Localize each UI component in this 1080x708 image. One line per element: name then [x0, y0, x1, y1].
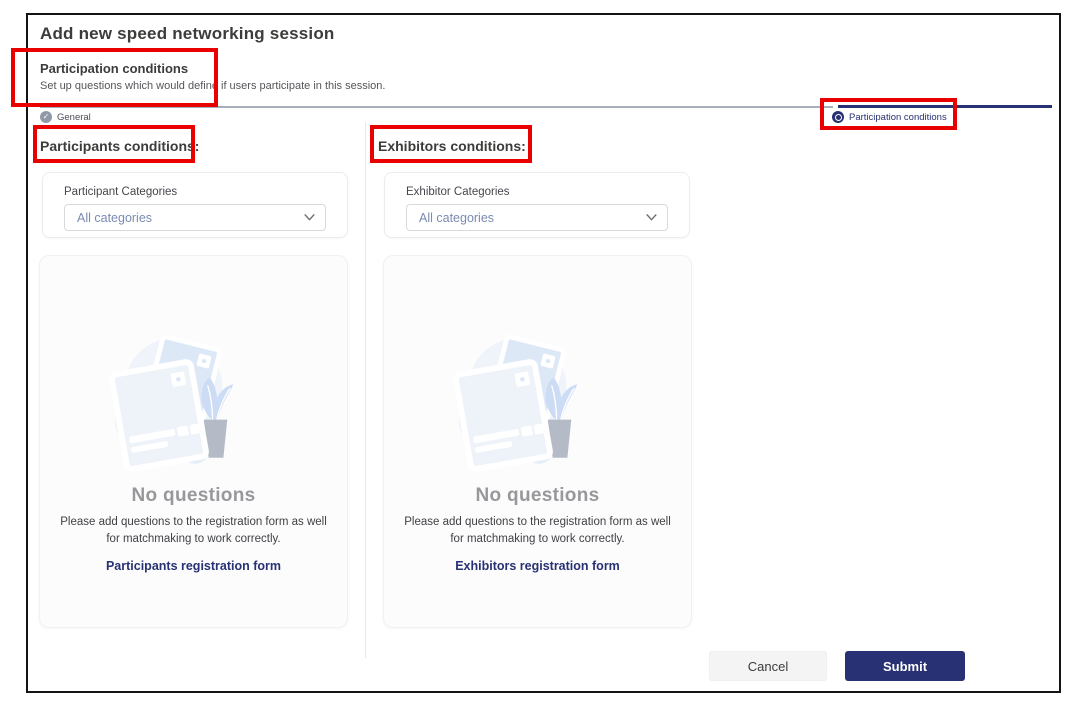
radio-dot-icon — [832, 111, 844, 123]
no-questions-title: No questions — [40, 485, 347, 507]
exhibitors-registration-form-link[interactable]: Exhibitors registration form — [455, 559, 620, 573]
stepper-track-active — [838, 105, 1052, 108]
exhibitor-categories-select[interactable]: All categories — [406, 204, 668, 231]
exhibitors-empty-state-card: No questions Please add questions to the… — [383, 255, 692, 628]
documents-and-plant-illustration-icon — [101, 328, 287, 476]
participant-categories-value: All categories — [77, 211, 152, 225]
chevron-down-icon — [304, 214, 315, 221]
no-questions-message: Please add questions to the registration… — [60, 514, 328, 547]
step-participation-label: Participation conditions — [849, 112, 947, 123]
participant-categories-label: Participant Categories — [64, 186, 326, 198]
step-participation-conditions[interactable]: Participation conditions — [832, 111, 947, 123]
cancel-button[interactable]: Cancel — [709, 651, 827, 681]
page-title: Add new speed networking session — [40, 24, 335, 44]
section-description: Set up questions which would define if u… — [40, 80, 385, 92]
exhibitor-categories-value: All categories — [419, 211, 494, 225]
exhibitor-categories-card: Exhibitor Categories All categories — [384, 172, 690, 238]
exhibitors-conditions-heading: Exhibitors conditions: — [378, 138, 526, 154]
step-general[interactable]: ✓ General — [40, 111, 91, 123]
chevron-down-icon — [646, 214, 657, 221]
documents-and-plant-illustration-icon — [445, 328, 631, 476]
participant-categories-card: Participant Categories All categories — [42, 172, 348, 238]
section-heading: Participation conditions — [40, 61, 188, 76]
participants-empty-state-card: No questions Please add questions to the… — [39, 255, 348, 628]
participant-categories-select[interactable]: All categories — [64, 204, 326, 231]
participants-conditions-heading: Participants conditions: — [40, 138, 199, 154]
participants-registration-form-link[interactable]: Participants registration form — [106, 559, 281, 573]
no-questions-title: No questions — [384, 485, 691, 507]
exhibitor-categories-label: Exhibitor Categories — [406, 186, 668, 198]
no-questions-message: Please add questions to the registration… — [404, 514, 672, 547]
column-divider — [365, 122, 366, 658]
step-general-label: General — [57, 112, 91, 123]
stepper-track — [40, 106, 833, 108]
check-circle-icon: ✓ — [40, 111, 52, 123]
submit-button[interactable]: Submit — [845, 651, 965, 681]
